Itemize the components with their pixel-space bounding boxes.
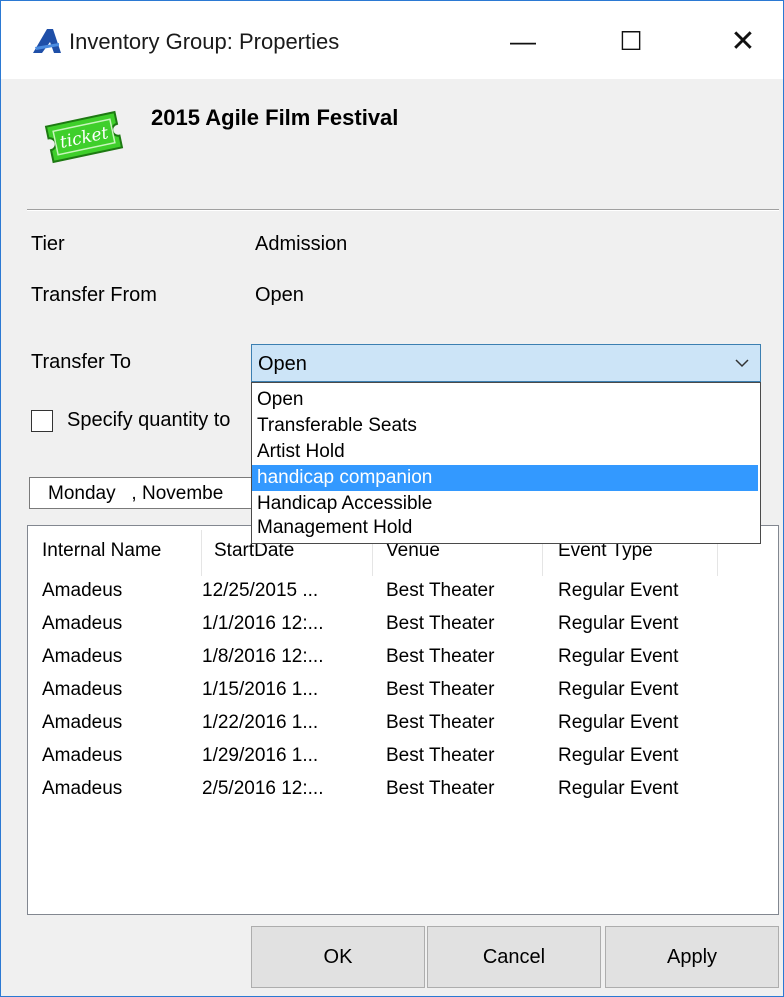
ticket-icon: ticket	[44, 110, 124, 164]
dropdown-option-open[interactable]: Open	[252, 387, 758, 413]
cell-internal-name: Amadeus	[42, 778, 123, 799]
specify-quantity-label[interactable]: Specify quantity to	[67, 409, 230, 432]
ok-button[interactable]: OK	[251, 926, 425, 988]
transfer-to-label: Transfer To	[31, 351, 132, 373]
properties-window: Inventory Group: Properties — ☐ ✕ ticket…	[0, 0, 784, 997]
apply-button[interactable]: Apply	[605, 926, 779, 988]
table-row[interactable]: Amadeus 12/25/2015 ... Best Theater Regular…	[28, 580, 778, 612]
table-row[interactable]: Amadeus 1/8/2016 12:... Best Theater Regula…	[28, 646, 778, 678]
tier-label: Tier	[31, 233, 65, 255]
cell-venue: Best Theater	[386, 613, 495, 634]
table-row[interactable]: Amadeus 2/5/2016 12:... Best Theater Regula…	[28, 778, 778, 810]
column-separator[interactable]	[201, 530, 202, 576]
close-button[interactable]: ✕	[717, 15, 769, 67]
tier-value: Admission	[255, 233, 348, 255]
cell-venue: Best Theater	[386, 646, 495, 667]
window-title: Inventory Group: Properties	[69, 29, 340, 54]
cell-start-date: 2/5/2016 12:...	[202, 778, 324, 799]
cell-start-date: 1/1/2016 12:...	[202, 613, 324, 634]
cell-event-type: Regular Event	[558, 613, 679, 634]
cell-internal-name: Amadeus	[42, 580, 123, 601]
cell-internal-name: Amadeus	[42, 613, 123, 634]
cell-event-type: Regular Event	[558, 712, 679, 733]
cell-venue: Best Theater	[386, 745, 495, 766]
specify-quantity-checkbox[interactable]	[31, 410, 53, 432]
table-row[interactable]: Amadeus 1/15/2016 1... Best Theater Regular…	[28, 679, 778, 711]
cell-venue: Best Theater	[386, 778, 495, 799]
transfer-to-select[interactable]: Open	[251, 344, 761, 382]
chevron-down-icon[interactable]	[734, 355, 750, 371]
cell-start-date: 1/22/2016 1...	[202, 712, 319, 733]
cancel-button[interactable]: Cancel	[427, 926, 601, 988]
cell-event-type: Regular Event	[558, 580, 679, 601]
dropdown-option-handicap-accessible[interactable]: Handicap Accessible	[252, 491, 758, 517]
minimize-button[interactable]: —	[497, 15, 549, 67]
group-name: 2015 Agile Film Festival	[151, 105, 399, 130]
cell-start-date: 1/8/2016 12:...	[202, 646, 324, 667]
dropdown-option-artist-hold[interactable]: Artist Hold	[252, 439, 758, 465]
cell-venue: Best Theater	[386, 580, 495, 601]
cell-start-date: 12/25/2015 ...	[202, 580, 319, 601]
cell-venue: Best Theater	[386, 679, 495, 700]
column-header-internal-name[interactable]: Internal Name	[42, 540, 161, 562]
performances-list[interactable]: Internal Name StartDate Venue Event Type…	[27, 525, 779, 915]
divider	[27, 209, 779, 211]
title-bar[interactable]: Inventory Group: Properties — ☐ ✕	[1, 1, 783, 79]
transfer-to-value: Open	[258, 353, 307, 375]
cell-venue: Best Theater	[386, 712, 495, 733]
cell-start-date: 1/29/2016 1...	[202, 745, 319, 766]
cell-internal-name: Amadeus	[42, 712, 123, 733]
cell-start-date: 1/15/2016 1...	[202, 679, 319, 700]
cell-internal-name: Amadeus	[42, 679, 123, 700]
app-logo-icon	[33, 29, 61, 53]
transfer-from-value: Open	[255, 284, 304, 306]
table-row[interactable]: Amadeus 1/22/2016 1... Best Theater Regular…	[28, 712, 778, 744]
cell-event-type: Regular Event	[558, 679, 679, 700]
maximize-button[interactable]: ☐	[605, 15, 657, 67]
cell-event-type: Regular Event	[558, 646, 679, 667]
cell-event-type: Regular Event	[558, 745, 679, 766]
cell-internal-name: Amadeus	[42, 646, 123, 667]
dropdown-option-handicap-companion[interactable]: handicap companion	[252, 465, 758, 491]
cell-event-type: Regular Event	[558, 778, 679, 799]
table-row[interactable]: Amadeus 1/1/2016 12:... Best Theater Regula…	[28, 613, 778, 645]
transfer-from-label: Transfer From	[31, 284, 157, 306]
dropdown-option-transferable-seats[interactable]: Transferable Seats	[252, 413, 758, 439]
table-row[interactable]: Amadeus 1/29/2016 1... Best Theater Regular…	[28, 745, 778, 777]
cell-internal-name: Amadeus	[42, 745, 123, 766]
dropdown-option-management-hold[interactable]: Management Hold	[252, 515, 758, 541]
date-value: Monday , Novembe	[48, 483, 224, 504]
transfer-to-dropdown-list[interactable]: Open Transferable Seats Artist Hold hand…	[251, 382, 761, 544]
